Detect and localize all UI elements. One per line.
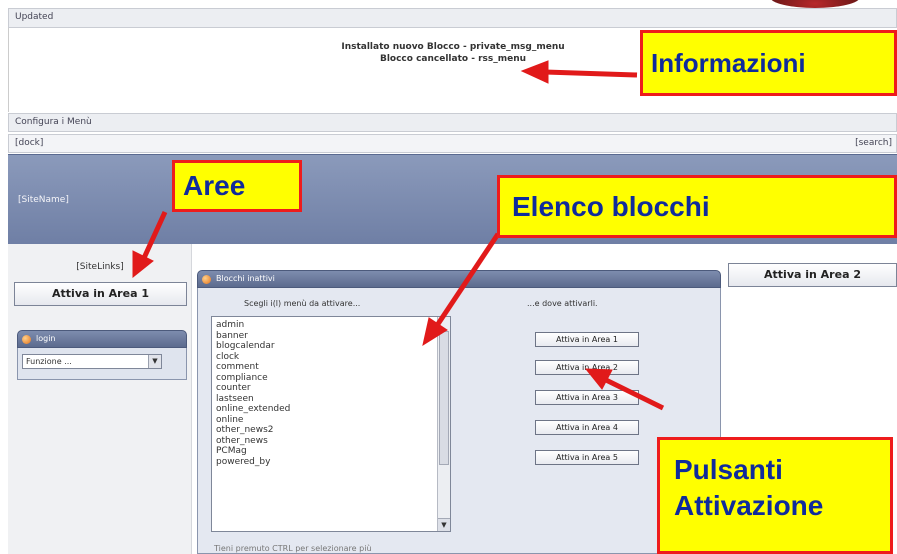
activate-area2-small-button[interactable]: Attiva in Area 2 <box>535 360 639 375</box>
orange-dot-icon <box>202 275 211 284</box>
list-scrollbar[interactable]: ▼ <box>437 317 450 531</box>
status-title: Updated <box>15 12 54 22</box>
sitelinks-label: [SiteLinks] <box>76 262 124 272</box>
activate-area5-small-button[interactable]: Attiva in Area 5 <box>535 450 639 465</box>
list-item[interactable]: powered_by <box>212 457 450 468</box>
list-item[interactable]: PCMag <box>212 446 450 457</box>
hint-text: Tieni premuto CTRL per selezionare più <box>214 544 372 553</box>
list-item[interactable]: clock <box>212 352 450 363</box>
where-label: ...e dove attivarli. <box>527 299 598 308</box>
arrow-down-icon[interactable]: ▼ <box>438 518 450 531</box>
search-label: [search] <box>855 138 892 148</box>
list-item[interactable]: counter <box>212 383 450 394</box>
login-panel-header: login <box>17 330 187 348</box>
scroll-thumb[interactable] <box>439 331 449 465</box>
list-item[interactable]: lastseen <box>212 394 450 405</box>
config-menu-bar: Configura i Menù <box>8 113 897 132</box>
list-item[interactable]: online <box>212 415 450 426</box>
dock-label: [dock] <box>15 138 44 148</box>
sitename-label: [SiteName] <box>18 195 69 205</box>
callout-elenco-blocchi: Elenco blocchi <box>497 175 897 238</box>
config-title: Configura i Menù <box>15 117 92 127</box>
dock-bar: [dock] [search] <box>8 134 897 153</box>
activate-area3-small-button[interactable]: Attiva in Area 3 <box>535 390 639 405</box>
activate-area1-small-button[interactable]: Attiva in Area 1 <box>535 332 639 347</box>
choose-label: Scegli i(l) menù da attivare... <box>244 299 361 308</box>
list-item[interactable]: admin <box>212 320 450 331</box>
decorative-ball <box>770 0 860 8</box>
list-item[interactable]: online_extended <box>212 404 450 415</box>
callout-pulsanti: Pulsanti Attivazione <box>657 437 893 554</box>
function-select[interactable]: Funzione ... ▼ <box>22 354 162 369</box>
function-select-value: Funzione ... <box>26 357 72 366</box>
activate-area4-small-button[interactable]: Attiva in Area 4 <box>535 420 639 435</box>
status-bar: Updated <box>8 8 897 28</box>
list-item[interactable]: other_news <box>212 436 450 447</box>
blocks-panel-title: Blocchi inattivi <box>216 274 275 283</box>
list-item[interactable]: banner <box>212 331 450 342</box>
callout-pulsanti-line2: Attivazione <box>674 490 824 521</box>
login-panel-title: login <box>36 334 56 343</box>
callout-informazioni: Informazioni <box>640 30 897 96</box>
block-list[interactable]: admin banner blogcalendar clock comment … <box>211 316 451 532</box>
callout-aree: Aree <box>172 160 302 212</box>
list-item[interactable]: other_news2 <box>212 425 450 436</box>
list-item[interactable]: blogcalendar <box>212 341 450 352</box>
activate-area1-button[interactable]: Attiva in Area 1 <box>14 282 187 306</box>
activate-area2-button[interactable]: Attiva in Area 2 <box>728 263 897 287</box>
callout-pulsanti-line1: Pulsanti <box>674 454 783 485</box>
orange-dot-icon <box>22 335 31 344</box>
login-panel: Funzione ... ▼ <box>17 348 187 380</box>
list-item[interactable]: comment <box>212 362 450 373</box>
chevron-down-icon[interactable]: ▼ <box>148 355 161 368</box>
blocks-panel-header: Blocchi inattivi <box>197 270 721 288</box>
list-item[interactable]: compliance <box>212 373 450 384</box>
